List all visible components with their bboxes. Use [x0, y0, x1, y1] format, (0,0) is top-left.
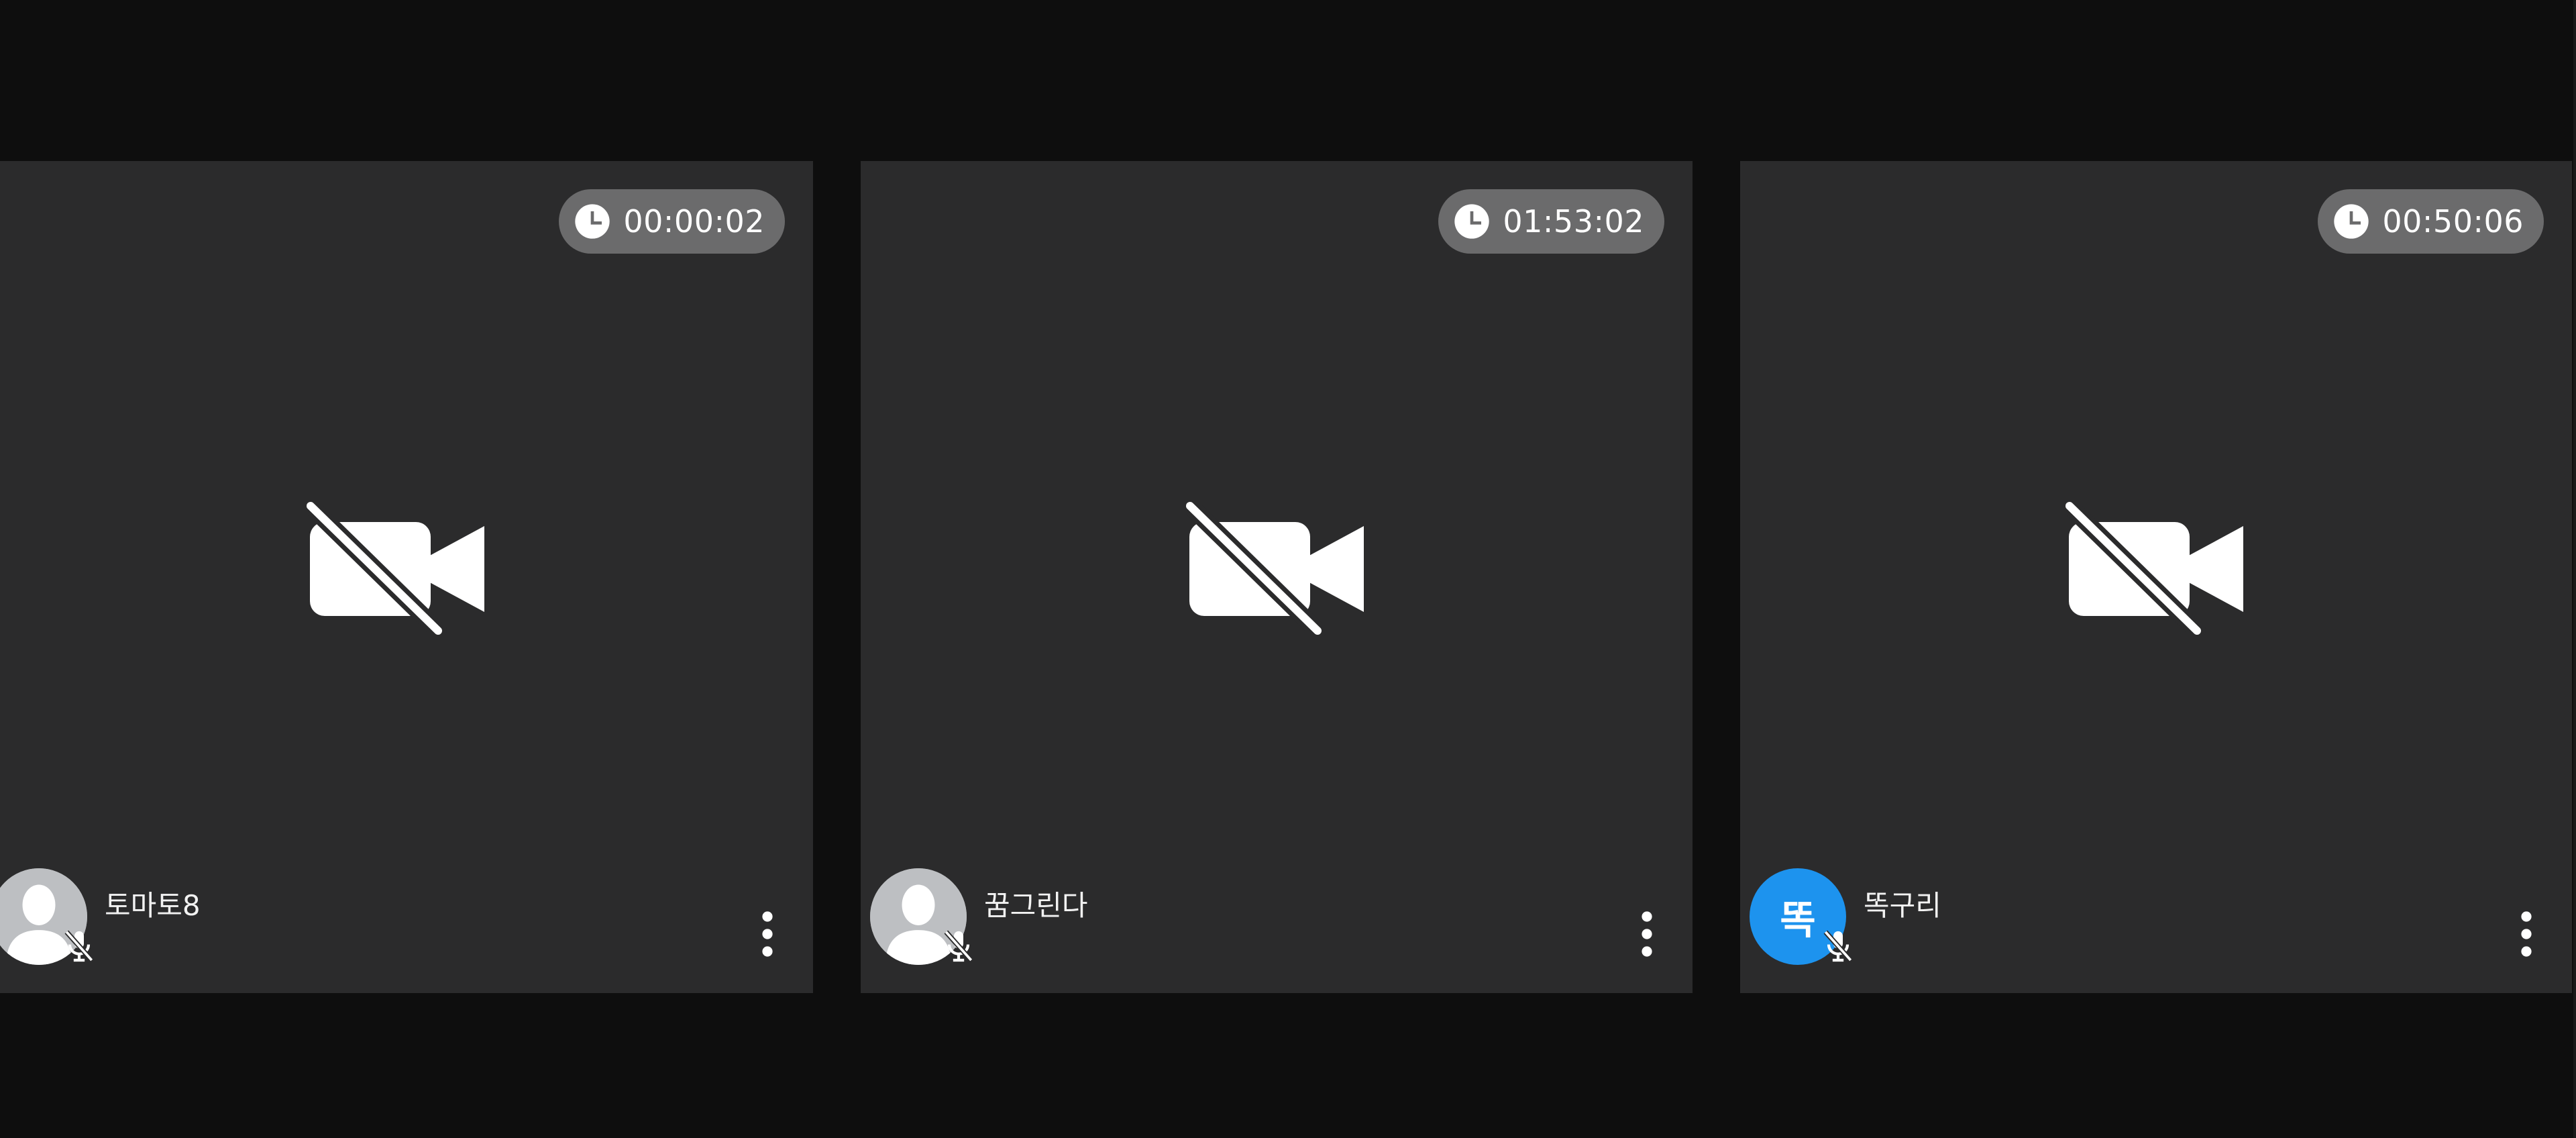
call-timer-value: 00:50:06 — [2382, 203, 2524, 240]
call-timer-value: 01:53:02 — [1503, 203, 1644, 240]
mic-off-icon — [1819, 927, 1857, 965]
call-timer: 00:50:06 — [2318, 189, 2544, 254]
more-options-button[interactable] — [754, 907, 781, 961]
call-timer-value: 00:00:02 — [623, 203, 765, 240]
more-options-button[interactable] — [2513, 907, 2540, 961]
video-grid: 00:00:02 토마토8 01:53:02 꿈그린다 00:50:06 똑 똑… — [0, 0, 2576, 1138]
more-options-button[interactable] — [1633, 907, 1660, 961]
participant-tile[interactable]: 01:53:02 꿈그린다 — [861, 161, 1693, 993]
participant-name: 똑구리 — [1864, 889, 1941, 922]
mic-off-icon — [60, 927, 98, 965]
video-off-icon — [2065, 502, 2247, 636]
scrollbar[interactable] — [2573, 0, 2576, 1138]
more-vertical-icon — [762, 911, 773, 957]
clock-icon — [574, 203, 611, 240]
call-timer: 01:53:02 — [1438, 189, 1664, 254]
participant-tile[interactable]: 00:00:02 토마토8 — [0, 161, 813, 993]
clock-icon — [2332, 203, 2370, 240]
participant-tile[interactable]: 00:50:06 똑 똑구리 — [1740, 161, 2572, 993]
video-off-icon — [307, 502, 488, 636]
participant-name: 토마토8 — [105, 889, 201, 922]
more-vertical-icon — [2521, 911, 2532, 957]
clock-icon — [1453, 203, 1491, 240]
call-timer: 00:00:02 — [559, 189, 785, 254]
more-vertical-icon — [1642, 911, 1652, 957]
participant-name: 꿈그린다 — [984, 889, 1088, 922]
video-off-icon — [1186, 502, 1367, 636]
participant-footer: 토마토8 — [0, 868, 781, 965]
mic-off-icon — [940, 927, 977, 965]
participant-footer: 꿈그린다 — [870, 868, 1660, 965]
participant-footer: 똑 똑구리 — [1750, 868, 2540, 965]
